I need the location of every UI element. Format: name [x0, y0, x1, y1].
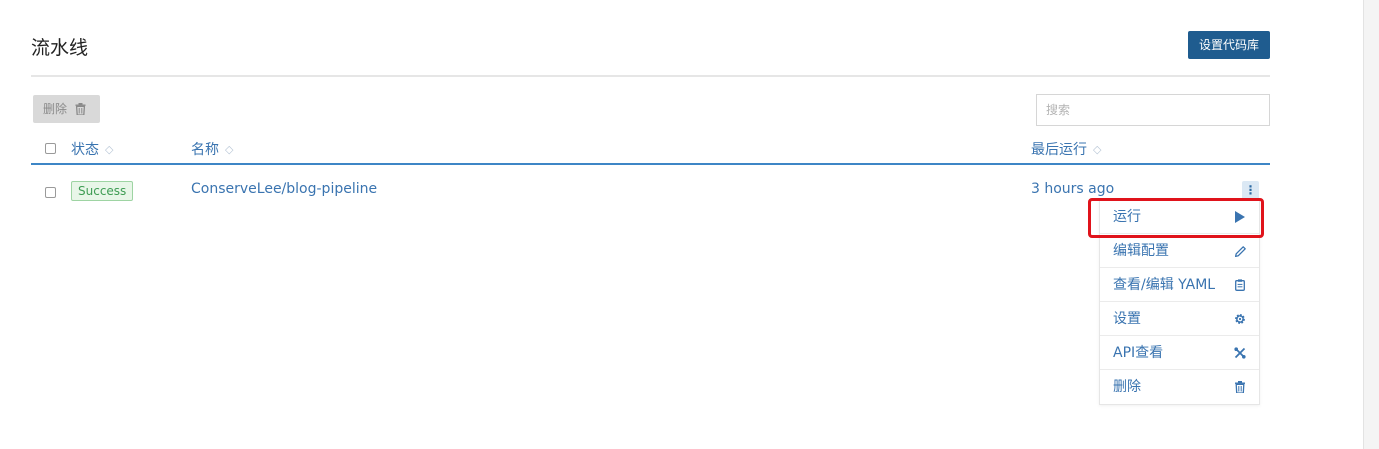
select-all-checkbox[interactable] [45, 143, 56, 154]
menu-item-settings[interactable]: 设置 [1100, 302, 1259, 336]
sort-icon: ◇ [1093, 143, 1102, 156]
row-checkbox[interactable] [45, 187, 56, 198]
trash-icon [75, 97, 86, 125]
run-highlight-box [1088, 198, 1264, 238]
column-status[interactable]: 状态 ◇ [71, 139, 113, 159]
clipboard-icon [1233, 268, 1247, 302]
menu-item-api-view[interactable]: API查看 [1100, 336, 1259, 370]
table-header: 状态 ◇ 名称 ◇ 最后运行 ◇ [31, 133, 1270, 165]
more-vertical-icon: ⋮ [1244, 183, 1257, 197]
menu-item-view-edit-yaml[interactable]: 查看/编辑 YAML [1100, 268, 1259, 302]
pipelines-page: 流水线 设置代码库 删除 状态 ◇ 名称 ◇ 最后运行 ◇ Success Conse… [31, 0, 1270, 449]
pipeline-name-link[interactable]: ConserveLee/blog-pipeline [191, 181, 377, 197]
scrollbar[interactable] [1363, 0, 1379, 449]
column-name-label: 名称 [191, 142, 219, 158]
column-name[interactable]: 名称 ◇ [191, 139, 233, 159]
menu-item-label: 编辑配置 [1113, 243, 1169, 259]
menu-item-label: API查看 [1113, 345, 1164, 361]
menu-item-edit-config[interactable]: 编辑配置 [1100, 234, 1259, 268]
setup-repository-button[interactable]: 设置代码库 [1187, 31, 1270, 59]
pencil-icon [1233, 234, 1247, 268]
wrench-icon [1233, 336, 1247, 370]
search-input[interactable] [1036, 94, 1270, 126]
table-row: Success ConserveLee/blog-pipeline 3 hour… [31, 167, 1270, 215]
status-badge: Success [71, 181, 134, 201]
column-last-run-label: 最后运行 [1031, 142, 1087, 158]
bulk-delete-button[interactable]: 删除 [33, 95, 100, 123]
menu-item-delete[interactable]: 删除 [1100, 370, 1259, 404]
bulk-delete-label: 删除 [43, 102, 68, 116]
menu-item-label: 删除 [1113, 379, 1141, 395]
sort-icon: ◇ [105, 143, 114, 156]
menu-item-label: 设置 [1113, 311, 1141, 327]
gear-icon [1233, 302, 1247, 336]
page-title: 流水线 [31, 37, 89, 59]
trash-icon [1233, 370, 1247, 404]
sort-icon: ◇ [225, 143, 234, 156]
menu-item-label: 查看/编辑 YAML [1113, 277, 1216, 293]
column-status-label: 状态 [71, 142, 99, 158]
title-divider [31, 75, 1270, 77]
column-last-run[interactable]: 最后运行 ◇ [1031, 139, 1101, 159]
last-run-link[interactable]: 3 hours ago [1031, 181, 1114, 197]
